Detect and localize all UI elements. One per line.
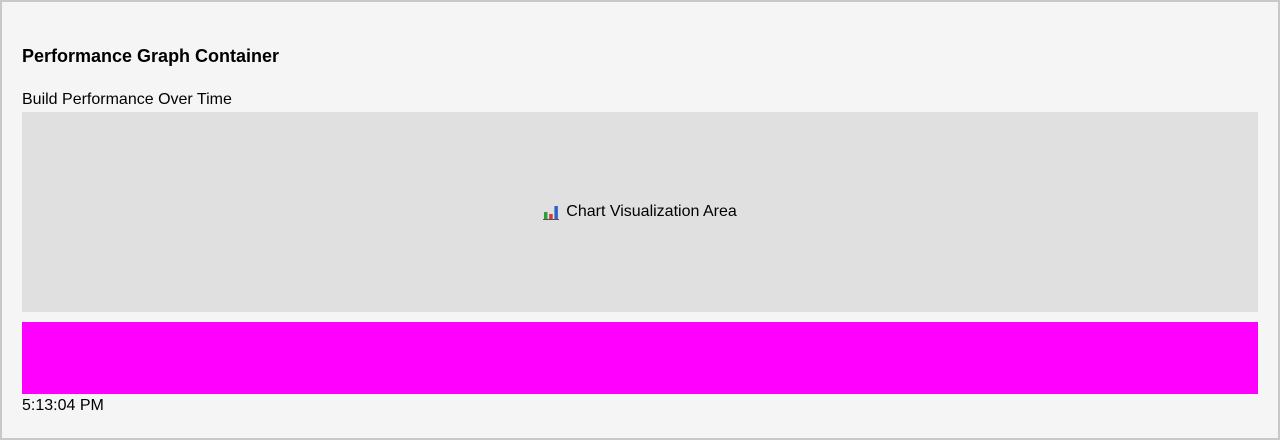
highlight-bar — [22, 322, 1258, 394]
chart-visualization-area: Chart Visualization Area — [22, 112, 1258, 312]
last-updated-timestamp: 5:13:04 PM — [22, 397, 104, 414]
bar-chart-icon — [543, 204, 560, 220]
chart-title: Build Performance Over Time — [22, 91, 232, 108]
performance-graph-container: Performance Graph Container Build Perfor… — [0, 0, 1280, 440]
chart-placeholder-label: Chart Visualization Area — [566, 203, 737, 220]
container-heading: Performance Graph Container — [22, 46, 280, 66]
